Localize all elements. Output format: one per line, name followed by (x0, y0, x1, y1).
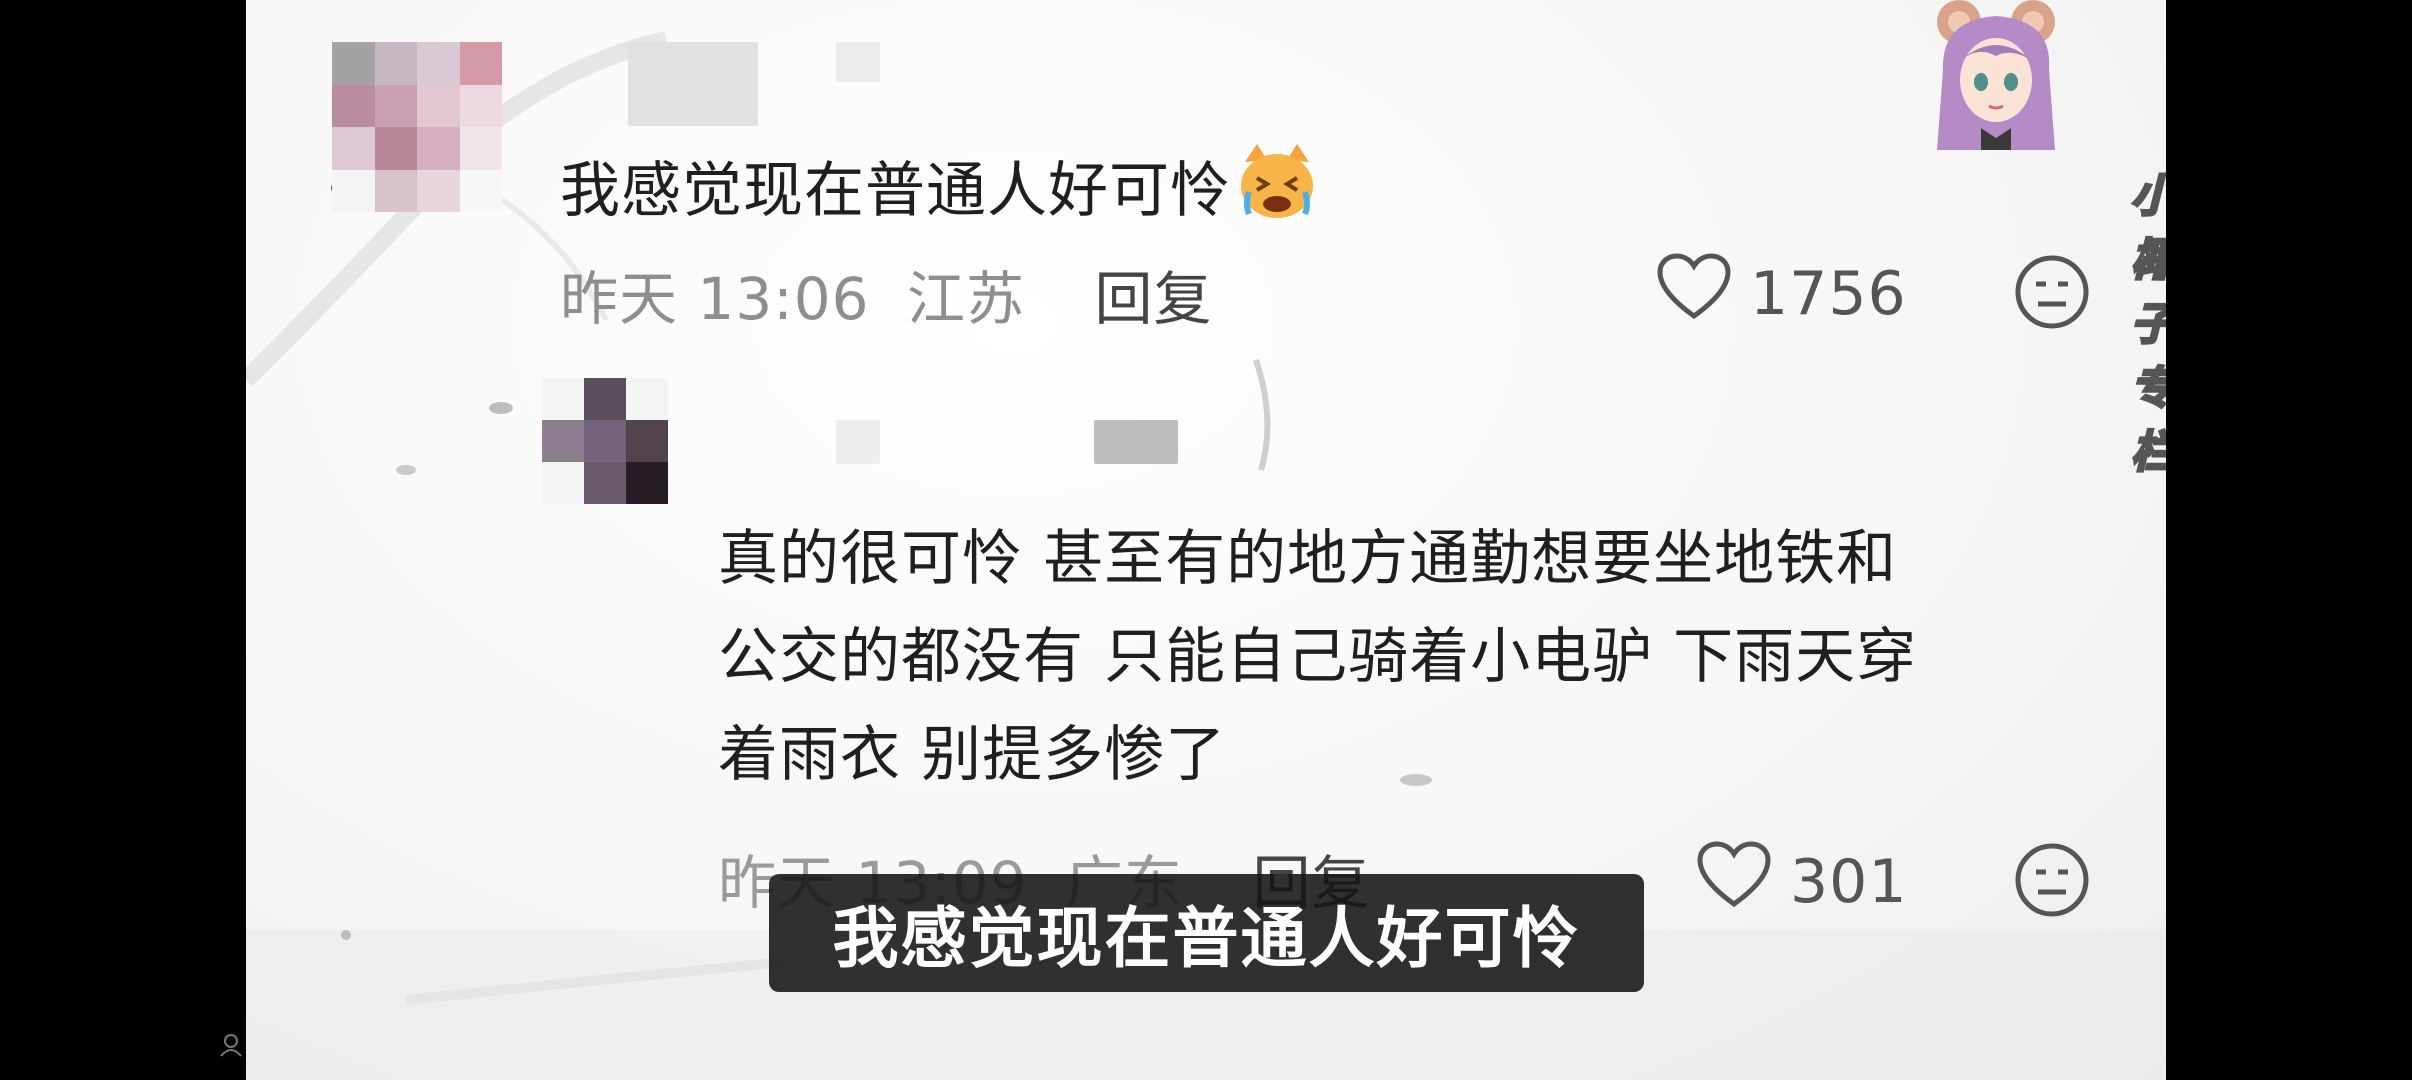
like-button[interactable]: 1756 (1656, 252, 1907, 335)
username-blurred (836, 42, 880, 82)
username-blurred[interactable] (628, 42, 758, 126)
comment-location: 江苏 (907, 265, 1026, 333)
watermark-avatar-icon (1931, 0, 2061, 164)
watermark-label: 小椰子专栏 (2130, 160, 2167, 480)
heart-icon (1656, 252, 1732, 335)
username-blurred[interactable] (836, 420, 880, 464)
dislike-face-icon[interactable] (2014, 842, 2090, 922)
comment-text-line: 真的很可怜 甚至有的地方通勤想要坐地铁和 (718, 524, 1898, 594)
comment-text-line: 公交的都没有 只能自己骑着小电驴 下雨天穿 (718, 622, 1918, 692)
video-subtitle: 我感觉现在普通人好可怜 (769, 874, 1644, 992)
avatar[interactable] (332, 42, 502, 212)
comment-time: 昨天 13:06 (560, 265, 870, 333)
crying-cat-emoji-icon (1235, 140, 1319, 249)
dislike-face-icon[interactable] (2014, 254, 2090, 334)
heart-icon (1696, 840, 1772, 923)
comment-text-line: 着雨衣 别提多惨了 (718, 720, 1227, 790)
comment-text: 我感觉现在普通人好可怜 (560, 140, 1319, 249)
comment-meta: 昨天 13:06 江苏 回复 (560, 252, 1213, 336)
username-blurred (1094, 420, 1178, 464)
comment-text: 真的很可怜 甚至有的地方通勤想要坐地铁和 公交的都没有 只能自己骑着小电驴 下雨… (718, 510, 1917, 804)
user-icon[interactable] (218, 1032, 244, 1062)
like-button[interactable]: 301 (1696, 840, 1908, 923)
like-count: 301 (1790, 846, 1908, 917)
reply-button[interactable]: 回复 (1094, 265, 1212, 333)
avatar[interactable] (542, 378, 668, 504)
like-count: 1756 (1750, 258, 1907, 329)
